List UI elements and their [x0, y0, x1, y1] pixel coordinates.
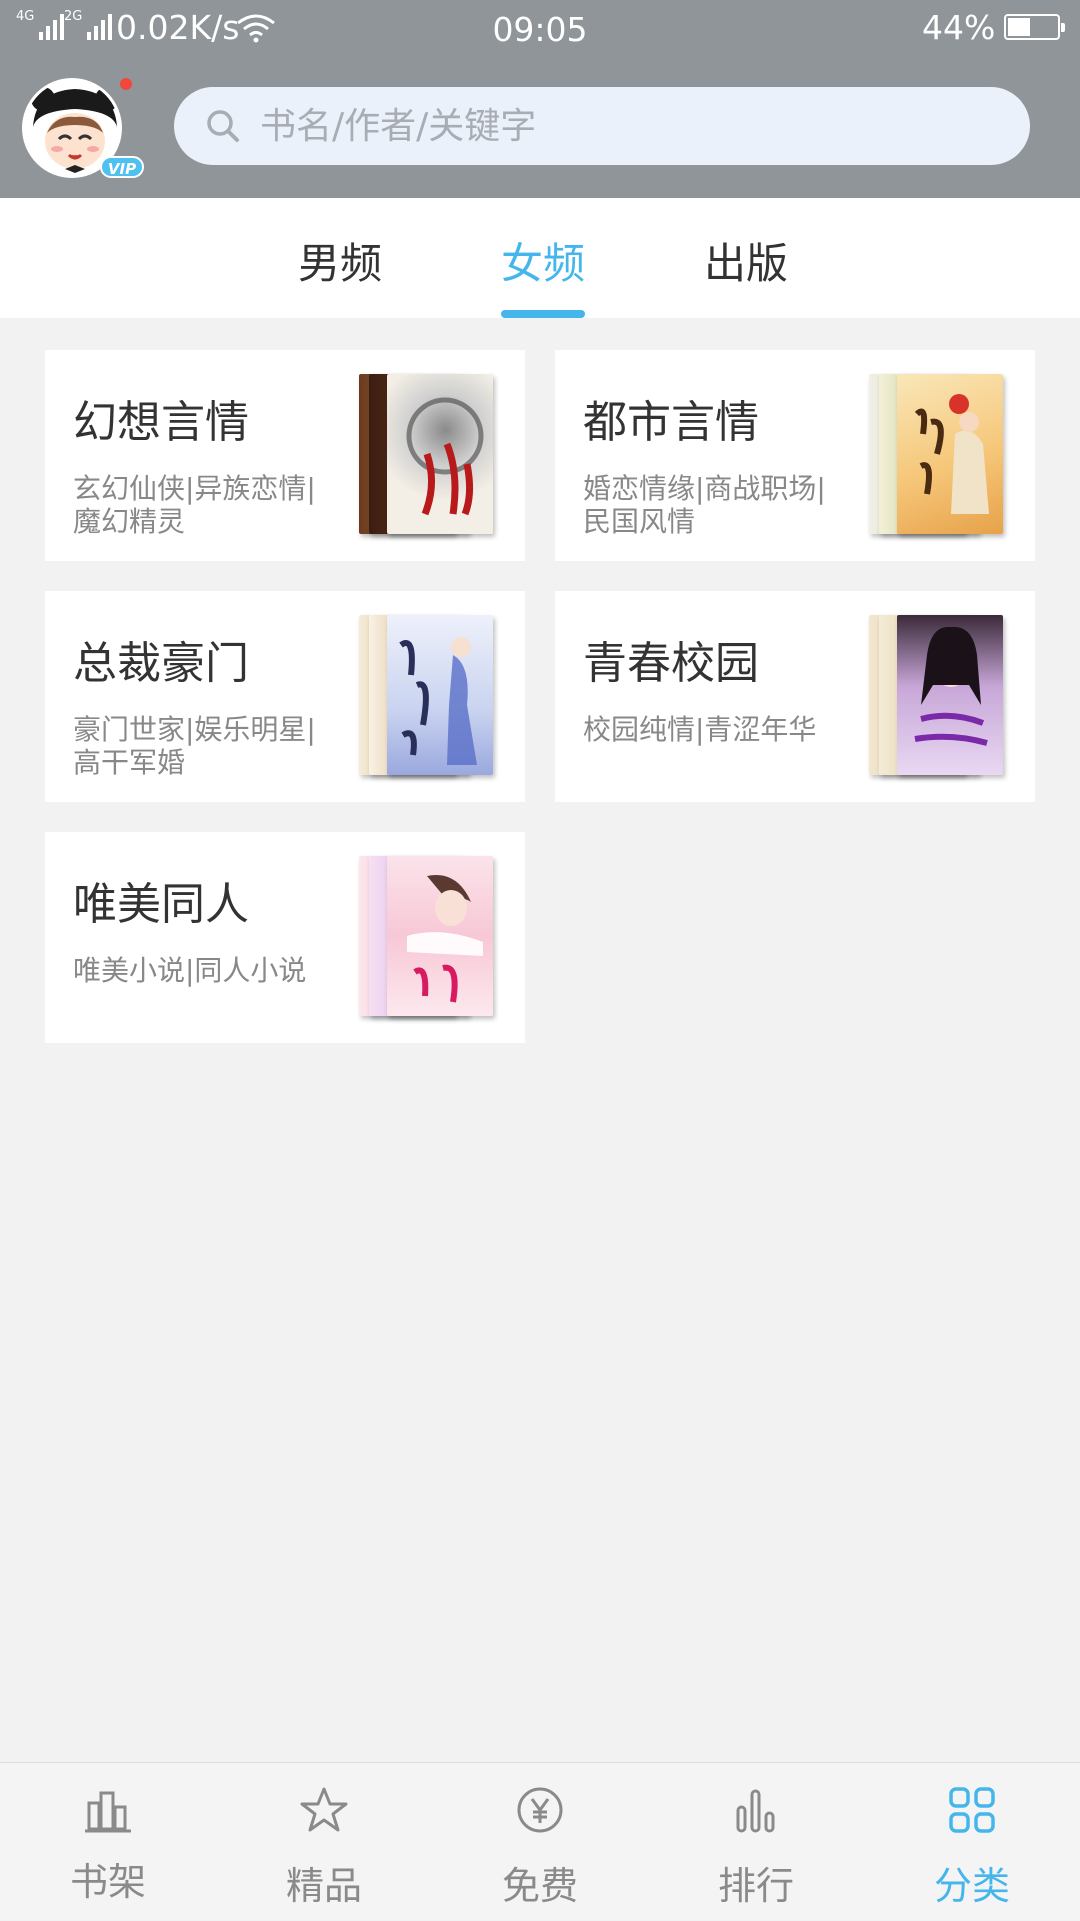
category-subgenres: 校园纯情|青涩年华: [583, 713, 817, 746]
category-card-urban-romance[interactable]: 都市言情 婚恋情缘|商战职场|民国风情: [555, 350, 1035, 561]
book-covers: [359, 856, 499, 1020]
yuan-coin-icon: [517, 1787, 563, 1833]
nav-free[interactable]: 免费: [432, 1763, 648, 1921]
tab-female[interactable]: 女频: [501, 230, 585, 291]
battery-icon: [1004, 14, 1065, 40]
book-covers: [359, 615, 499, 779]
nav-label: 免费: [501, 1864, 578, 1908]
nav-label: 书架: [69, 1860, 146, 1904]
nav-featured[interactable]: 精品: [216, 1763, 432, 1921]
battery-percent: 44%: [922, 8, 996, 47]
nav-ranking[interactable]: 排行: [648, 1763, 864, 1921]
search-icon: [204, 107, 244, 151]
top-header: 4G 2G 0.02K/s 09:05 44% VIP 书名/作者/关键字: [0, 0, 1080, 198]
vip-badge: VIP: [100, 156, 144, 178]
category-title: 唯美同人: [73, 879, 249, 930]
book-cover: [387, 615, 493, 775]
category-card-campus-youth[interactable]: 青春校园 校园纯情|青涩年华: [555, 591, 1035, 802]
book-cover: [387, 374, 493, 534]
nav-category[interactable]: 分类: [864, 1763, 1080, 1921]
category-card-ceo-wealthy[interactable]: 总裁豪门 豪门世家|娱乐明星|高干军婚: [45, 591, 525, 802]
category-subgenres: 豪门世家|娱乐明星|高干军婚: [73, 713, 316, 779]
category-title: 总裁豪门: [73, 638, 249, 689]
nav-bookshelf[interactable]: 书架: [0, 1763, 216, 1921]
bookshelf-icon: [85, 1791, 131, 1833]
book-cover: [897, 374, 1003, 534]
active-tab-indicator: [501, 310, 585, 318]
channel-tabs: 男频 女频 出版: [0, 198, 1080, 318]
category-title: 都市言情: [583, 397, 759, 448]
book-covers: [869, 374, 1009, 538]
nav-label: 精品: [285, 1864, 362, 1908]
bottom-navigation: 书架 精品 免费 排行 分类: [0, 1762, 1080, 1920]
category-card-fan-fiction[interactable]: 唯美同人 唯美小说|同人小说: [45, 832, 525, 1043]
tab-male[interactable]: 男频: [298, 230, 382, 291]
category-subgenres: 玄幻仙侠|异族恋情|魔幻精灵: [73, 472, 316, 538]
clock: 09:05: [492, 10, 588, 49]
nav-label: 分类: [933, 1864, 1010, 1908]
bar-chart-icon: [736, 1789, 775, 1833]
book-cover: [387, 856, 493, 1016]
book-covers: [359, 374, 499, 538]
category-subgenres: 婚恋情缘|商战职场|民国风情: [583, 472, 826, 538]
category-card-fantasy-romance[interactable]: 幻想言情 玄幻仙侠|异族恋情|魔幻精灵: [45, 350, 525, 561]
nav-label: 排行: [717, 1864, 794, 1908]
book-covers: [869, 615, 1009, 779]
category-title: 幻想言情: [73, 397, 249, 448]
search-input[interactable]: [258, 87, 998, 165]
category-subgenres: 唯美小说|同人小说: [73, 954, 307, 987]
tab-publish[interactable]: 出版: [704, 230, 788, 291]
search-bar[interactable]: [174, 87, 1030, 165]
notification-dot: [120, 78, 132, 90]
book-cover: [897, 615, 1003, 775]
star-icon: [300, 1787, 348, 1832]
category-title: 青春校园: [583, 638, 759, 689]
grid-icon: [949, 1787, 995, 1833]
status-bar: 4G 2G 0.02K/s 09:05 44%: [0, 0, 1080, 56]
